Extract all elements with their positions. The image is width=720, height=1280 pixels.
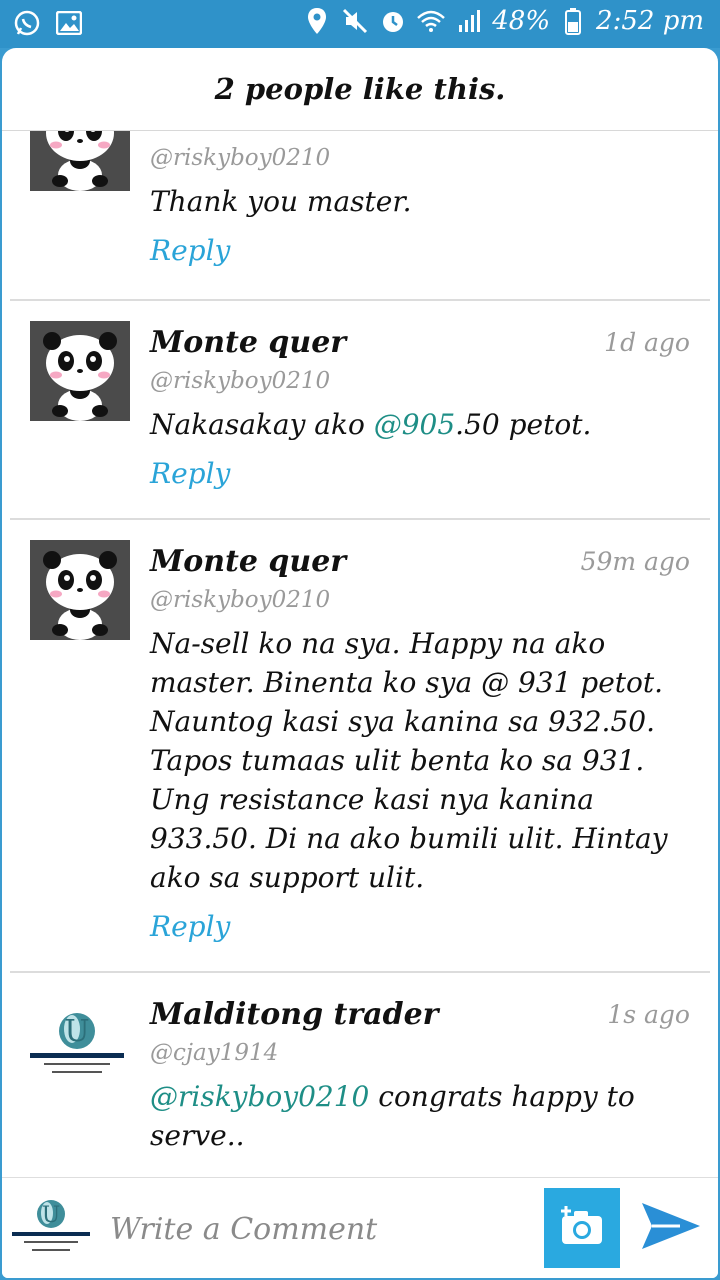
mute-icon: [340, 6, 370, 36]
avatar-panda[interactable]: [30, 131, 130, 191]
comment-time: 59m ago: [580, 547, 690, 576]
svg-text:U: U: [42, 1203, 61, 1228]
likes-text: 2 people like this.: [214, 72, 506, 106]
comments-sheet: 2 people like this. @riskyboy0210 Thank …: [2, 48, 718, 1278]
signal-icon: [454, 6, 484, 36]
comment-item: U Malditong trader 1s ago @cjay1914 @ris…: [10, 973, 710, 1178]
add-photo-button[interactable]: [544, 1188, 620, 1268]
comment-list[interactable]: @riskyboy0210 Thank you master. Reply Mo…: [2, 131, 718, 1178]
reply-button[interactable]: Reply: [150, 454, 690, 494]
comment-time: 1d ago: [604, 328, 690, 357]
camera-plus-icon: [558, 1204, 606, 1252]
status-bar: 48% 2:52 pm: [0, 0, 720, 48]
send-icon: [640, 1201, 702, 1255]
comment-item: Monte quer 1d ago @riskyboy0210 Nakasaka…: [10, 301, 710, 520]
comment-handle[interactable]: @riskyboy0210: [150, 363, 690, 399]
whatsapp-icon: [12, 8, 42, 38]
wifi-icon: [416, 6, 446, 36]
send-button[interactable]: [636, 1198, 706, 1258]
comment-composer: U: [2, 1177, 718, 1278]
comment-handle[interactable]: @riskyboy0210: [150, 140, 690, 176]
mention-link[interactable]: @905: [374, 408, 455, 441]
avatar-company-logo[interactable]: U: [22, 1003, 132, 1093]
user-avatar: U: [8, 1194, 94, 1262]
comment-item: @riskyboy0210 Thank you master. Reply: [10, 131, 710, 301]
comment-text-part: Nakasakay ako: [150, 408, 374, 441]
comment-handle[interactable]: @riskyboy0210: [150, 582, 690, 618]
comment-item: Monte quer 59m ago @riskyboy0210 Na-sell…: [10, 520, 710, 973]
mention-link[interactable]: @riskyboy0210: [150, 1080, 369, 1113]
comment-handle[interactable]: @cjay1914: [150, 1035, 690, 1071]
comment-text: Thank you master.: [150, 185, 412, 218]
status-time: 2:52 pm: [596, 6, 704, 36]
comment-input[interactable]: [108, 1198, 532, 1260]
avatar-panda[interactable]: [30, 540, 130, 640]
comment-text: Na-sell ko na sya. Happy na ako master. …: [150, 627, 668, 894]
comment-time: 1s ago: [607, 1000, 690, 1029]
reply-button[interactable]: Reply: [150, 231, 690, 271]
gallery-icon: [54, 8, 84, 38]
svg-text:U: U: [64, 1014, 89, 1049]
battery-icon: [558, 6, 588, 36]
comment-text: @riskyboy0210 congrats happy to serve..: [150, 1077, 690, 1155]
comment-text: Nakasakay ako @905.50 petot.: [150, 405, 690, 444]
reply-button[interactable]: Reply: [150, 907, 690, 947]
likes-summary[interactable]: 2 people like this.: [2, 48, 718, 131]
alarm-icon: [378, 6, 408, 36]
location-icon: [302, 6, 332, 36]
battery-percent: 48%: [492, 6, 551, 36]
avatar-panda[interactable]: [30, 321, 130, 421]
comment-text-part: .50 petot.: [455, 408, 592, 441]
